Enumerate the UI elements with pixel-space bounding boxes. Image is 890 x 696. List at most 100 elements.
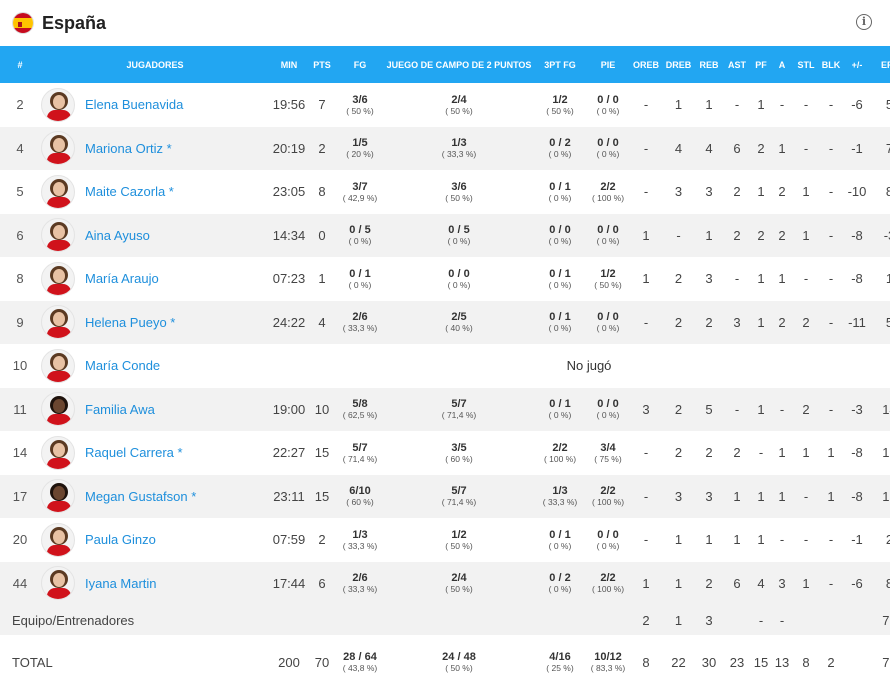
col-header-blk[interactable]: BLK: [819, 46, 843, 83]
col-header-players[interactable]: JUGADORES: [40, 46, 270, 83]
total-stat-dreb: 22: [671, 654, 686, 670]
ft-percentage: ( 100 %): [591, 192, 625, 203]
player-name-link[interactable]: Helena Pueyo *: [85, 315, 175, 330]
stat-eff: 8: [885, 184, 890, 200]
player-cell: María Conde: [40, 344, 270, 388]
player-name-link[interactable]: Aina Ayuso: [85, 228, 150, 243]
player-name-link[interactable]: Mariona Ortiz *: [85, 141, 172, 156]
player-avatar: [41, 174, 75, 209]
stat-eff: 5: [885, 314, 890, 330]
stat-a: 1: [778, 488, 786, 504]
stat-pm: -6: [851, 575, 863, 591]
stat-cell-ft: 2/2( 100 %): [586, 170, 630, 214]
player-name-link[interactable]: Paula Ginzo: [85, 532, 156, 547]
player-number: 17: [12, 488, 28, 504]
player-name-link[interactable]: María Conde: [85, 358, 160, 373]
fg-made-attempted: 2/6: [352, 572, 368, 585]
team-stat-ast: [723, 605, 751, 635]
stat-cell-ft: 0 / 0( 0 %): [586, 518, 630, 562]
player-info: Raquel Carrera *: [41, 435, 269, 470]
total-points: 70: [314, 654, 330, 670]
stat-cell-fg2: 1/3( 33,3 %): [384, 127, 534, 171]
player-name-link[interactable]: Raquel Carrera *: [85, 445, 183, 460]
table-row: 9 Helena Pueyo * 24:22 4 2/6( 33,3 %) 2/5( 40…: [0, 300, 890, 344]
stat-reb: 3: [705, 488, 713, 504]
stat-eff: 17: [882, 445, 890, 461]
fg-made-attempted: 2/6: [352, 311, 368, 324]
ft-made-attempted: 0 / 0: [597, 93, 619, 106]
stat-cell-fg3: 1/2( 50 %): [534, 83, 586, 127]
stat-cell-fg2: 0 / 0( 0 %): [384, 257, 534, 301]
player-name-link[interactable]: Megan Gustafson *: [85, 489, 196, 504]
ft-percentage: ( 0 %): [596, 236, 620, 247]
col-header-pf[interactable]: PF: [751, 46, 771, 83]
team-coaches-row: Equipo/Entrenadores 2 1 3 -- 79: [0, 605, 890, 635]
col-header-a[interactable]: A: [771, 46, 793, 83]
stat-cell-ft: 0 / 0( 0 %): [586, 388, 630, 432]
player-number: 6: [16, 227, 24, 243]
stat-reb: 3: [705, 271, 713, 287]
col-header-ft[interactable]: PIE: [586, 46, 630, 83]
info-icon[interactable]: i: [856, 14, 872, 30]
stat-pm: -1: [851, 532, 863, 548]
col-header-pts[interactable]: PTS: [308, 46, 336, 83]
col-header-dreb[interactable]: DREB: [662, 46, 695, 83]
ft-percentage: ( 0 %): [596, 540, 620, 551]
stat-reb: 1: [705, 97, 713, 113]
col-header-min[interactable]: MIN: [270, 46, 308, 83]
stat-cell-fg3: 2/2( 100 %): [534, 431, 586, 475]
fg2-percentage: ( 50 %): [445, 105, 473, 116]
player-avatar: [41, 435, 75, 470]
player-name-link[interactable]: Elena Buenavida: [85, 97, 183, 112]
total-stat-reb: 30: [701, 654, 717, 670]
stat-reb: 1: [705, 532, 713, 548]
stat-a: 1: [778, 271, 786, 287]
stat-oreb: 1: [642, 227, 650, 243]
col-header-ast[interactable]: AST: [723, 46, 751, 83]
fg2-percentage: ( 50 %): [445, 540, 473, 551]
ft-percentage: ( 83,3 %): [590, 663, 626, 673]
fg3-made-attempted: 0 / 2: [549, 137, 571, 150]
player-cell: María Araujo: [40, 257, 270, 301]
player-info: Paula Ginzo: [41, 522, 269, 557]
fg2-percentage: ( 0 %): [447, 279, 471, 290]
stat-blk: -: [828, 97, 834, 113]
player-avatar: [41, 566, 75, 601]
player-name-link[interactable]: Iyana Martin: [85, 576, 157, 591]
fg2-percentage: ( 33,3 %): [441, 149, 477, 160]
table-row: 44 Iyana Martin 17:44 6 2/6( 33,3 %) 2/4( 50 …: [0, 561, 890, 605]
col-header-plus-minus[interactable]: +/-: [843, 46, 871, 83]
ft-percentage: ( 0 %): [596, 323, 620, 334]
fg3-made-attempted: 0 / 1: [549, 528, 571, 541]
stat-cell-fg: 28 / 64( 43,8 %): [336, 635, 384, 689]
fg2-made-attempted: 5/7: [451, 485, 467, 498]
fg3-percentage: ( 0 %): [548, 149, 572, 160]
stat-oreb: 3: [642, 401, 650, 417]
stat-pf: -: [758, 445, 764, 461]
fg3-percentage: ( 50 %): [546, 105, 574, 116]
col-header-eff[interactable]: EFF: [871, 46, 890, 83]
col-header-reb[interactable]: REB: [695, 46, 723, 83]
col-header-stl[interactable]: STL: [793, 46, 819, 83]
player-name-link[interactable]: Maite Cazorla *: [85, 184, 174, 199]
col-header-oreb[interactable]: OREB: [630, 46, 662, 83]
player-name-link[interactable]: María Araujo: [85, 271, 159, 286]
fg2-percentage: ( 71,4 %): [441, 410, 477, 421]
stat-blk: -: [828, 314, 834, 330]
stat-blk: -: [828, 401, 834, 417]
col-header-fg2[interactable]: JUEGO DE CAMPO DE 2 PUNTOS: [384, 46, 534, 83]
stat-cell-fg: 0 / 5( 0 %): [336, 214, 384, 258]
points: 2: [318, 140, 326, 156]
stat-reb: 3: [705, 184, 713, 200]
stat-ast: 1: [733, 532, 741, 548]
col-header-number[interactable]: #: [0, 46, 40, 83]
stat-oreb: -: [643, 445, 649, 461]
stat-stl: 2: [802, 314, 810, 330]
stat-cell-fg2: 24 / 48( 50 %): [384, 635, 534, 689]
col-header-fg3[interactable]: 3PT FG: [534, 46, 586, 83]
col-header-fg[interactable]: FG: [336, 46, 384, 83]
stat-oreb: 1: [642, 575, 650, 591]
stat-a: -: [779, 97, 785, 113]
player-name-link[interactable]: Familia Awa: [85, 402, 155, 417]
points: 15: [314, 488, 330, 504]
